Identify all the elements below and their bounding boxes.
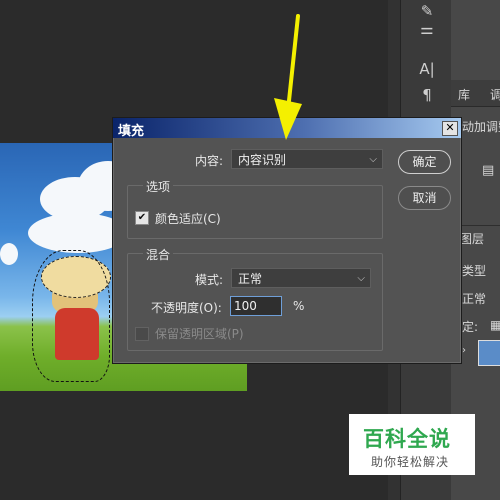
layer-expand-icon[interactable]: › <box>462 345 466 356</box>
layer-thumbnail[interactable] <box>478 340 500 366</box>
layer-blend-mode[interactable]: 正常 <box>462 290 486 307</box>
ok-button[interactable]: 确定 <box>398 150 451 174</box>
opacity-label: 不透明度(O): <box>151 301 222 315</box>
tab-library[interactable]: 库 <box>458 86 470 103</box>
color-adapt-checkbox[interactable]: ✔ <box>135 211 149 225</box>
content-label: 内容: <box>195 154 224 168</box>
watermark-title: 百科全说 <box>363 427 451 451</box>
tab-adjust[interactable]: 调 <box>490 86 500 103</box>
paragraph-icon[interactable]: ¶ <box>415 84 439 106</box>
opacity-unit: % <box>293 299 305 313</box>
lock-pixels-icon[interactable]: ▦ <box>490 318 500 332</box>
tab-layers[interactable]: 图层 <box>460 230 484 247</box>
adjust-sliders-icon[interactable]: ⚌ <box>415 18 439 40</box>
arrow-shaft <box>286 14 300 112</box>
dialog-title: 填充 <box>118 124 145 139</box>
annotation-arrow <box>274 14 302 140</box>
cancel-button[interactable]: 取消 <box>398 186 451 210</box>
cloud <box>0 243 18 265</box>
chevron-down-icon: ⌵ <box>357 273 365 284</box>
selection-marquee <box>32 250 110 382</box>
chevron-down-icon: ⌵ <box>369 154 377 165</box>
watermark-subtitle: 助你轻松解决 <box>371 455 450 469</box>
mode-label: 模式: <box>195 273 224 287</box>
blend-group-title: 混合 <box>143 246 174 263</box>
content-select-value: 内容识别 <box>238 153 287 167</box>
watermark-logo: 百科全说 助你轻松解决 <box>349 414 475 475</box>
fill-dialog: 填充 ✕ 内容: 内容识别 ⌵ 确定 取消 选项 ✔ 颜色适应(C) 混合 模式… <box>112 117 462 364</box>
options-group-title: 选项 <box>143 178 174 195</box>
mode-select[interactable]: 正常 ⌵ <box>231 268 371 288</box>
opacity-input[interactable]: 100 <box>230 296 282 316</box>
arrow-head <box>274 98 302 140</box>
levels-icon[interactable]: ▤ <box>482 163 494 178</box>
preserve-transparency-checkbox[interactable] <box>135 327 149 341</box>
text-tool-icon[interactable]: A| <box>415 58 439 80</box>
mode-select-value: 正常 <box>238 272 263 286</box>
layer-lock-label: 定: <box>462 320 479 334</box>
preserve-transparency-label: 保留透明区域(P) <box>155 327 244 341</box>
color-adapt-label: 颜色适应(C) <box>155 212 221 226</box>
close-icon[interactable]: ✕ <box>442 121 458 136</box>
content-select[interactable]: 内容识别 ⌵ <box>231 149 383 169</box>
layer-kind-filter[interactable]: 类型 <box>462 262 486 279</box>
adjust-hint-text: 动加调整 <box>462 120 500 134</box>
